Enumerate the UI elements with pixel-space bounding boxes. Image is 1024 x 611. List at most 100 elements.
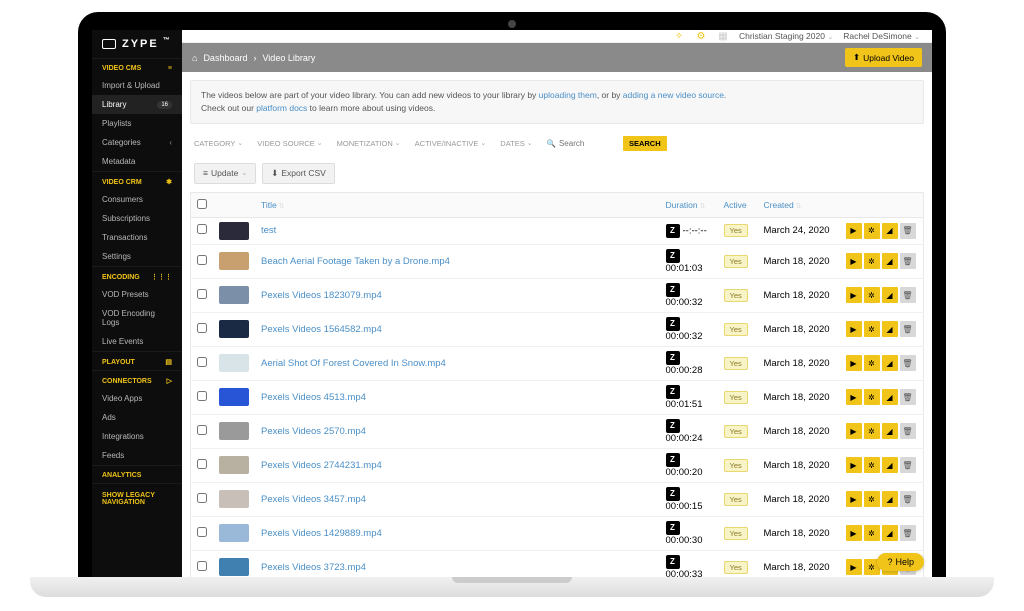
- grid-icon[interactable]: ▦: [717, 30, 729, 42]
- video-title-link[interactable]: Pexels Videos 2570.mp4: [261, 426, 366, 437]
- play-button[interactable]: ▶: [846, 525, 862, 541]
- filter-video-source[interactable]: VIDEO SOURCE⌄: [257, 139, 322, 148]
- row-checkbox[interactable]: [197, 425, 207, 435]
- col-duration[interactable]: Duration: [660, 192, 718, 217]
- select-all-checkbox[interactable]: [197, 199, 207, 209]
- video-thumbnail[interactable]: [219, 388, 249, 406]
- delete-button[interactable]: 🗑: [900, 423, 916, 439]
- sidebar-item-metadata[interactable]: Metadata: [92, 152, 182, 171]
- play-button[interactable]: ▶: [846, 355, 862, 371]
- video-thumbnail[interactable]: [219, 456, 249, 474]
- play-button[interactable]: ▶: [846, 423, 862, 439]
- filter-dates[interactable]: DATES⌄: [500, 139, 532, 148]
- settings-button[interactable]: ✲: [864, 223, 880, 239]
- video-title-link[interactable]: Pexels Videos 1823079.mp4: [261, 290, 382, 301]
- sidebar-item-subscriptions[interactable]: Subscriptions: [92, 209, 182, 228]
- sidebar-item-consumers[interactable]: Consumers: [92, 190, 182, 209]
- sidebar-item-settings[interactable]: Settings: [92, 247, 182, 266]
- search-input[interactable]: [559, 139, 609, 148]
- sidebar-item-playlists[interactable]: Playlists: [92, 114, 182, 133]
- video-thumbnail[interactable]: [219, 422, 249, 440]
- section-video-crm[interactable]: VIDEO CRM✱: [92, 171, 182, 190]
- analytics-button[interactable]: ◢: [882, 525, 898, 541]
- video-title-link[interactable]: Pexels Videos 2744231.mp4: [261, 460, 382, 471]
- alert-icon[interactable]: ⚙: [695, 30, 707, 42]
- delete-button[interactable]: 🗑: [900, 525, 916, 541]
- analytics-button[interactable]: ◢: [882, 253, 898, 269]
- video-thumbnail[interactable]: [219, 558, 249, 576]
- settings-button[interactable]: ✲: [864, 389, 880, 405]
- sidebar-item-feeds[interactable]: Feeds: [92, 446, 182, 465]
- sidebar-item-live-events[interactable]: Live Events: [92, 332, 182, 351]
- video-title-link[interactable]: test: [261, 225, 276, 236]
- sidebar-item-vod-encoding-logs[interactable]: VOD Encoding Logs: [92, 304, 182, 332]
- video-thumbnail[interactable]: [219, 222, 249, 240]
- video-title-link[interactable]: Pexels Videos 1429889.mp4: [261, 528, 382, 539]
- section-connectors[interactable]: CONNECTORS▷: [92, 370, 182, 389]
- sidebar-item-ads[interactable]: Ads: [92, 408, 182, 427]
- video-title-link[interactable]: Beach Aerial Footage Taken by a Drone.mp…: [261, 256, 450, 267]
- row-checkbox[interactable]: [197, 459, 207, 469]
- notification-icon[interactable]: ✧: [673, 30, 685, 42]
- delete-button[interactable]: 🗑: [900, 253, 916, 269]
- delete-button[interactable]: 🗑: [900, 491, 916, 507]
- filter-active[interactable]: ACTIVE/INACTIVE⌄: [415, 139, 487, 148]
- row-checkbox[interactable]: [197, 224, 207, 234]
- row-checkbox[interactable]: [197, 255, 207, 265]
- row-checkbox[interactable]: [197, 289, 207, 299]
- settings-button[interactable]: ✲: [864, 355, 880, 371]
- section-analytics[interactable]: ANALYTICS: [92, 465, 182, 483]
- row-checkbox[interactable]: [197, 527, 207, 537]
- export-csv-button[interactable]: ⬇ Export CSV: [262, 163, 335, 184]
- settings-button[interactable]: ✲: [864, 253, 880, 269]
- filter-monetization[interactable]: MONETIZATION⌄: [337, 139, 401, 148]
- home-icon[interactable]: ⌂: [192, 53, 197, 63]
- row-checkbox[interactable]: [197, 323, 207, 333]
- search-button[interactable]: SEARCH: [623, 136, 667, 151]
- play-button[interactable]: ▶: [846, 559, 862, 575]
- row-checkbox[interactable]: [197, 391, 207, 401]
- sidebar-item-video-apps[interactable]: Video Apps: [92, 389, 182, 408]
- video-title-link[interactable]: Aerial Shot Of Forest Covered In Snow.mp…: [261, 358, 446, 369]
- sidebar-item-categories[interactable]: Categories‹: [92, 133, 182, 152]
- delete-button[interactable]: 🗑: [900, 389, 916, 405]
- user-menu[interactable]: Rachel DeSimone ⌄: [843, 31, 920, 41]
- play-button[interactable]: ▶: [846, 321, 862, 337]
- delete-button[interactable]: 🗑: [900, 321, 916, 337]
- video-title-link[interactable]: Pexels Videos 1564582.mp4: [261, 324, 382, 335]
- sidebar-item-integrations[interactable]: Integrations: [92, 427, 182, 446]
- section-playout[interactable]: PLAYOUT▤: [92, 351, 182, 370]
- filter-category[interactable]: CATEGORY⌄: [194, 139, 243, 148]
- settings-button[interactable]: ✲: [864, 423, 880, 439]
- analytics-button[interactable]: ◢: [882, 321, 898, 337]
- video-title-link[interactable]: Pexels Videos 4513.mp4: [261, 392, 366, 403]
- link-new-source[interactable]: adding a new video source: [623, 90, 724, 100]
- row-checkbox[interactable]: [197, 493, 207, 503]
- play-button[interactable]: ▶: [846, 253, 862, 269]
- video-thumbnail[interactable]: [219, 354, 249, 372]
- video-thumbnail[interactable]: [219, 286, 249, 304]
- video-title-link[interactable]: Pexels Videos 3723.mp4: [261, 562, 366, 573]
- link-platform-docs[interactable]: platform docs: [256, 103, 307, 113]
- sidebar-item-vod-presets[interactable]: VOD Presets: [92, 285, 182, 304]
- analytics-button[interactable]: ◢: [882, 223, 898, 239]
- video-thumbnail[interactable]: [219, 320, 249, 338]
- play-button[interactable]: ▶: [846, 389, 862, 405]
- sidebar-item-library[interactable]: Library16: [92, 95, 182, 114]
- org-switcher[interactable]: Christian Staging 2020 ⌄: [739, 31, 833, 41]
- settings-button[interactable]: ✲: [864, 457, 880, 473]
- play-button[interactable]: ▶: [846, 287, 862, 303]
- analytics-button[interactable]: ◢: [882, 389, 898, 405]
- settings-button[interactable]: ✲: [864, 491, 880, 507]
- analytics-button[interactable]: ◢: [882, 457, 898, 473]
- section-encoding[interactable]: ENCODING⋮⋮⋮: [92, 266, 182, 285]
- analytics-button[interactable]: ◢: [882, 287, 898, 303]
- play-button[interactable]: ▶: [846, 491, 862, 507]
- link-uploading[interactable]: uploading them: [539, 90, 597, 100]
- col-active[interactable]: Active: [718, 192, 758, 217]
- video-thumbnail[interactable]: [219, 524, 249, 542]
- delete-button[interactable]: 🗑: [900, 223, 916, 239]
- settings-button[interactable]: ✲: [864, 287, 880, 303]
- update-dropdown[interactable]: ≡ Update ⌄: [194, 163, 256, 184]
- col-title[interactable]: Title: [255, 192, 660, 217]
